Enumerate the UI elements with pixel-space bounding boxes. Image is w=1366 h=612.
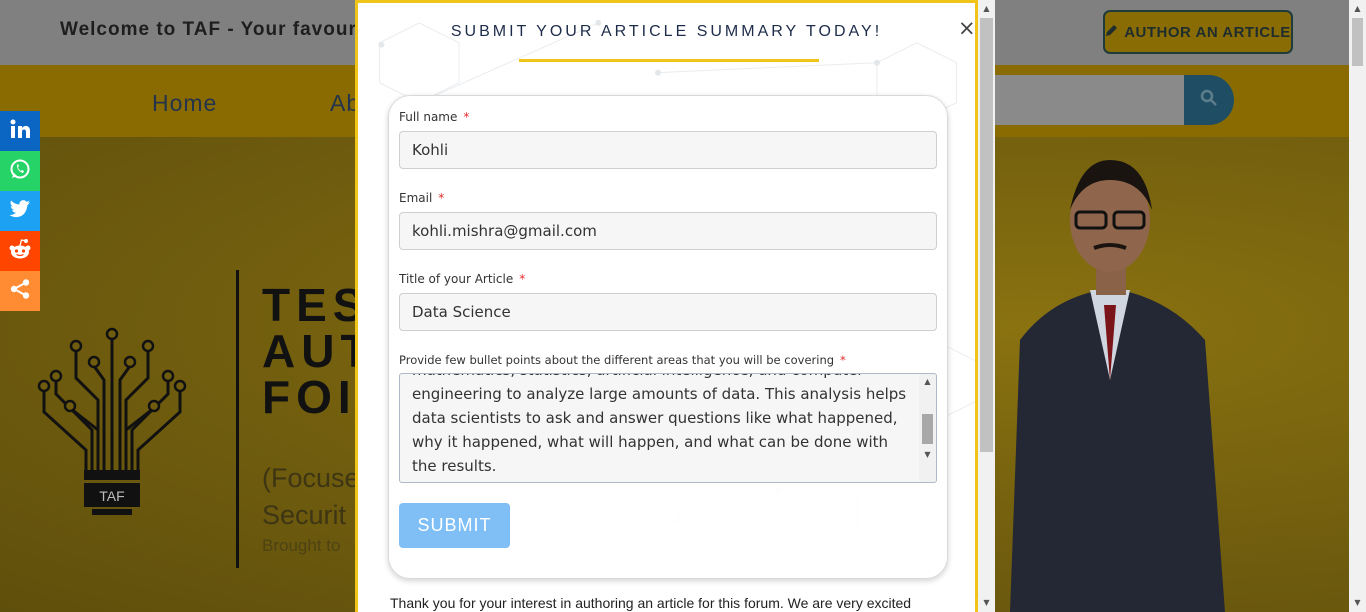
- article-submit-modal: SUBMIT YOUR ARTICLE SUMMARY TODAY! × Ful…: [355, 0, 978, 612]
- thank-you-text: Thank you for your interest in authoring…: [390, 595, 912, 611]
- search-button[interactable]: [1184, 75, 1234, 125]
- article-title-input[interactable]: Data Science: [399, 293, 937, 331]
- scroll-down-icon[interactable]: ▼: [919, 450, 936, 459]
- welcome-text: Welcome to TAF - Your favour: [60, 19, 357, 40]
- reddit-share-button[interactable]: [0, 231, 40, 271]
- hero-divider: [236, 270, 239, 568]
- full-name-label-text: Full name: [399, 110, 458, 124]
- scroll-up-icon[interactable]: ▲: [919, 377, 936, 386]
- textarea-scroll-thumb[interactable]: [922, 414, 933, 444]
- author-photo: [990, 140, 1230, 612]
- taf-logo-text: TAF: [99, 488, 124, 504]
- social-share-bar: [0, 111, 40, 311]
- linkedin-share-button[interactable]: [0, 111, 40, 151]
- required-marker: *: [463, 110, 470, 124]
- article-form: Full name * Kohli Email * kohli.mishra@gma…: [388, 95, 948, 579]
- email-value: kohli.mishra@gmail.com: [412, 222, 597, 240]
- bullets-textarea[interactable]: mathematics, statistics, artificial inte…: [399, 373, 937, 483]
- twitter-share-button[interactable]: [0, 191, 40, 231]
- modal-scroll-thumb[interactable]: [980, 18, 993, 452]
- scroll-up-icon[interactable]: ▲: [978, 4, 995, 13]
- linkedin-icon: [9, 118, 31, 144]
- title-underline: [519, 59, 819, 62]
- pencil-icon: [1105, 24, 1118, 41]
- article-title-value: Data Science: [412, 303, 511, 321]
- modal-title: SUBMIT YOUR ARTICLE SUMMARY TODAY!: [450, 23, 883, 40]
- page-scroll-thumb[interactable]: [1352, 18, 1363, 66]
- twitter-icon: [9, 199, 31, 223]
- whatsapp-share-button[interactable]: [0, 151, 40, 191]
- required-marker: *: [840, 353, 846, 367]
- hero-subtitle: (Focuse Securit: [262, 460, 360, 534]
- bullets-label: Provide few bullet points about the diff…: [399, 353, 846, 367]
- page-scrollbar[interactable]: ▲ ▼: [1349, 0, 1366, 612]
- submit-button[interactable]: SUBMIT: [399, 503, 510, 548]
- article-title-label: Title of your Article *: [399, 272, 525, 286]
- author-article-label: AUTHOR AN ARTICLE: [1124, 23, 1291, 41]
- modal-scrollbar[interactable]: ▲ ▼: [978, 0, 995, 612]
- email-label: Email *: [399, 191, 444, 205]
- bullets-label-text: Provide few bullet points about the diff…: [399, 353, 835, 367]
- more-share-button[interactable]: [0, 271, 40, 311]
- full-name-label: Full name *: [399, 110, 469, 124]
- hero-subtitle-line: Securit: [262, 500, 347, 530]
- hero-brought-by: Brought to: [262, 536, 341, 555]
- author-article-button[interactable]: AUTHOR AN ARTICLE: [1103, 10, 1293, 54]
- email-label-text: Email: [399, 191, 433, 205]
- required-marker: *: [438, 191, 445, 205]
- textarea-scrollbar[interactable]: ▲ ▼: [919, 374, 936, 482]
- search-icon: [1200, 89, 1218, 111]
- search-input[interactable]: [975, 75, 1187, 125]
- scroll-up-icon[interactable]: ▲: [1349, 4, 1366, 13]
- hero-subtitle-line: (Focuse: [262, 463, 360, 493]
- full-name-value: Kohli: [412, 141, 449, 159]
- article-title-label-text: Title of your Article: [399, 272, 514, 286]
- required-marker: *: [519, 272, 526, 286]
- close-icon[interactable]: ×: [958, 18, 975, 39]
- scroll-down-icon[interactable]: ▼: [1349, 598, 1366, 607]
- scroll-down-icon[interactable]: ▼: [978, 598, 995, 607]
- email-input[interactable]: kohli.mishra@gmail.com: [399, 212, 937, 250]
- bullets-value: mathematics, statistics, artificial inte…: [412, 374, 907, 475]
- full-name-input[interactable]: Kohli: [399, 131, 937, 169]
- nav-home-link[interactable]: Home: [152, 90, 217, 117]
- share-icon: [9, 278, 31, 304]
- reddit-icon: [8, 238, 32, 264]
- whatsapp-icon: [9, 158, 31, 184]
- taf-logo: TAF: [36, 320, 188, 520]
